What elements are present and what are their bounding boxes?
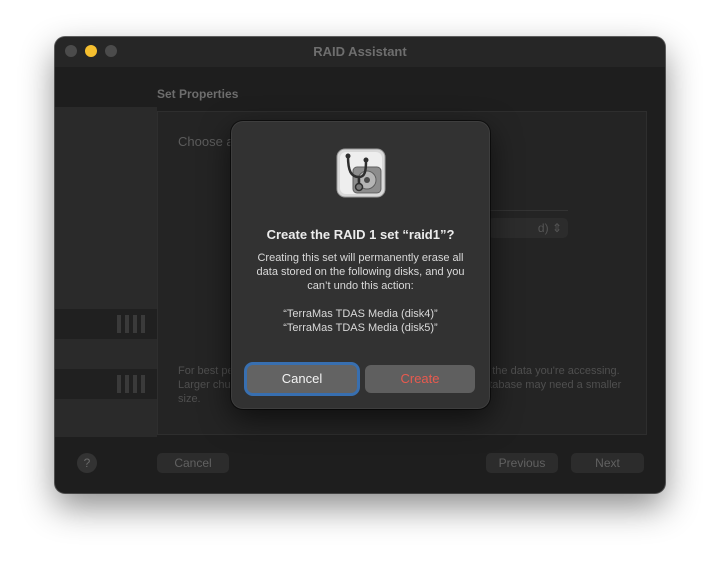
previous-button[interactable]: Previous [486, 453, 558, 473]
disk-list-item: “TerraMas TDAS Media (disk4)” [283, 308, 438, 320]
chevron-updown-icon: ⇕ [551, 221, 562, 235]
alert-cancel-button[interactable]: Cancel [247, 365, 357, 393]
cancel-button[interactable]: Cancel [157, 453, 229, 473]
next-button[interactable]: Next [571, 453, 644, 473]
alert-create-button[interactable]: Create [365, 365, 475, 393]
drive-slot [55, 309, 157, 339]
page-title: Set Properties [157, 87, 239, 101]
footer-bar: ? Cancel Previous Next [55, 437, 665, 493]
raid-name-field[interactable] [488, 190, 568, 211]
disk-list-item: “TerraMas TDAS Media (disk5)” [283, 322, 438, 334]
raid-enclosure-illustration [55, 107, 157, 437]
alert-title: Create the RAID 1 set “raid1”? [266, 227, 455, 242]
disk-utility-icon [335, 147, 387, 199]
chunk-size-popup[interactable]: d) ⇕ [488, 218, 568, 238]
confirm-create-alert: Create the RAID 1 set “raid1”? Creating … [231, 121, 490, 409]
window-title: RAID Assistant [313, 44, 407, 59]
alert-message: Creating this set will permanently erase… [256, 252, 465, 292]
drive-slot [55, 369, 157, 399]
help-button[interactable]: ? [77, 453, 97, 473]
disk-list: “TerraMas TDAS Media (disk4)” “TerraMas … [251, 307, 470, 335]
chunk-size-popup-value: d) [537, 221, 549, 235]
title-bar: RAID Assistant [55, 37, 665, 67]
